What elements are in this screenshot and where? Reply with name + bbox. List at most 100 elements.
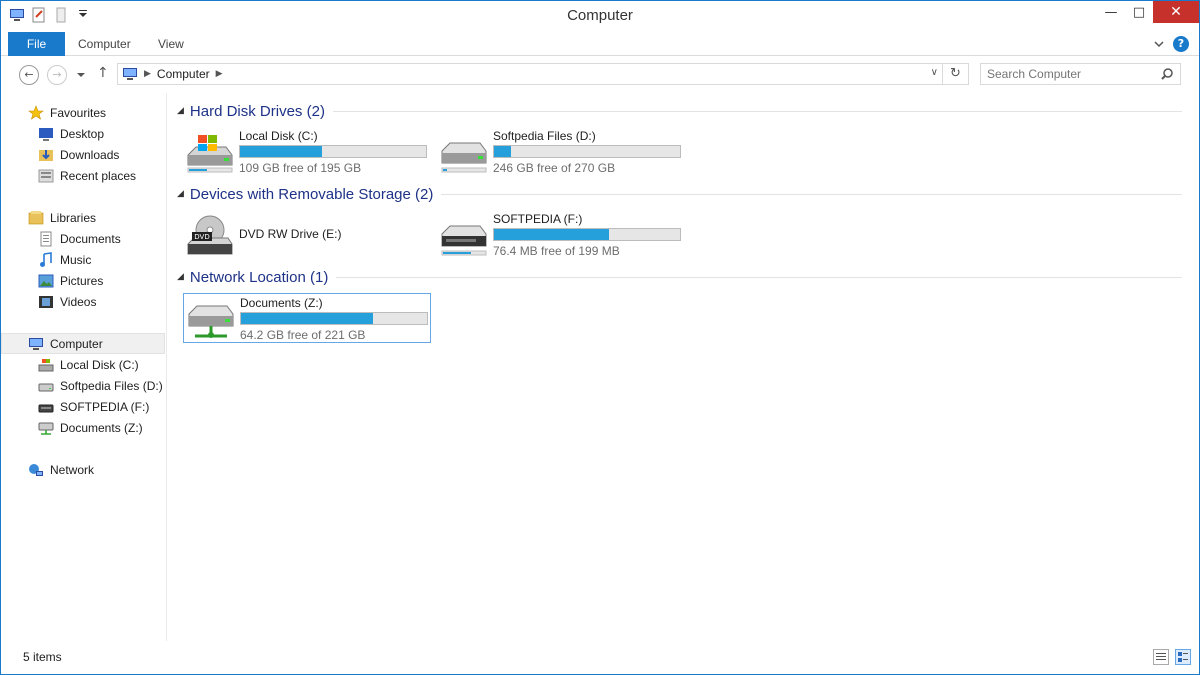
window-controls: — □ ✕ [1097,1,1199,23]
breadcrumb-separator[interactable]: ▶ [144,69,151,79]
usb-drive-icon [441,225,487,256]
up-button[interactable]: ↑ [97,65,109,81]
pictures-icon [38,274,54,287]
sidebar-item-label: Pictures [60,273,104,288]
details-view-button[interactable] [1153,649,1169,665]
file-list: ◢ Hard Disk Drives (2) Local Disk (C:) 1… [169,93,1189,641]
address-bar[interactable]: ▶ Computer ▶ ∨ ↻ [117,63,969,85]
drive-usage-fill [494,229,610,240]
recent-places-icon [38,169,54,182]
breadcrumb-computer[interactable]: Computer [157,67,210,81]
close-button[interactable]: ✕ [1153,1,1199,23]
navigation-bar: ← → ↑ ▶ Computer ▶ ∨ ↻ [1,57,1199,91]
drive-dvd-rw-e[interactable]: DVD DVD RW Drive (E:) [183,210,431,260]
back-button[interactable]: ← [19,65,39,85]
drive-documents-z[interactable]: Documents (Z:) 64.2 GB free of 221 GB [183,293,431,343]
tab-computer[interactable]: Computer [78,32,131,56]
videos-icon [39,295,53,308]
sidebar-item-downloads[interactable]: Downloads [1,144,165,165]
collapse-group-icon[interactable]: ◢ [177,272,184,282]
tab-view[interactable]: View [158,32,184,56]
sidebar-item-favourites[interactable]: Favourites [1,102,165,123]
downloads-icon [39,149,53,161]
recent-locations-icon[interactable] [76,71,86,79]
star-icon [28,104,44,120]
computer-icon [123,68,137,80]
refresh-button[interactable]: ↻ [942,64,968,84]
maximize-button[interactable]: □ [1125,1,1153,23]
expand-ribbon-icon[interactable] [1153,38,1165,50]
navigation-pane: Favourites Desktop Downloads Recent plac… [1,93,167,641]
forward-button[interactable]: → [47,65,67,85]
minimize-icon: — [1104,4,1118,20]
group-heading: Hard Disk Drives (2) [189,102,325,120]
refresh-icon: ↻ [950,66,961,81]
search-input[interactable] [981,64,1151,84]
tab-file[interactable]: File [8,32,65,56]
breadcrumb-separator[interactable]: ▶ [216,69,223,79]
sidebar-item-local-disk-c[interactable]: Local Disk (C:) [1,354,165,375]
arrow-right-icon: → [52,68,62,81]
sidebar-item-label: Downloads [60,147,120,162]
drive-free-space: 64.2 GB free of 221 GB [240,328,366,342]
sidebar-item-recent-places[interactable]: Recent places [1,165,165,186]
status-bar: 5 items [1,646,1199,674]
sidebar-item-label: Documents (Z:) [60,420,143,435]
libraries-icon [28,210,44,224]
address-dropdown-icon[interactable]: ∨ [931,67,938,78]
drive-usage-bar [239,145,427,158]
dvd-drive-icon: DVD [187,215,233,255]
drive-free-space: 76.4 MB free of 199 MB [493,244,620,258]
group-network-location[interactable]: ◢ Network Location (1) [177,267,1182,287]
sidebar-item-label: Computer [50,336,103,351]
desktop-icon [39,127,53,141]
group-removable-storage[interactable]: ◢ Devices with Removable Storage (2) [177,184,1182,204]
tiles-view-icon [1178,652,1188,662]
drive-softpedia-f[interactable]: SOFTPEDIA (F:) 76.4 MB free of 199 MB [437,210,685,260]
search-icon[interactable] [1160,67,1174,81]
drive-usage-fill [494,146,511,157]
drive-usage-fill [241,313,374,324]
drive-usage-fill [240,146,322,157]
sidebar-item-softpedia-files-d[interactable]: Softpedia Files (D:) [1,375,165,396]
sidebar-item-softpedia-f[interactable]: SOFTPEDIA (F:) [1,396,165,417]
sidebar-item-documents-z[interactable]: Documents (Z:) [1,417,165,438]
group-heading: Network Location (1) [189,268,329,286]
sidebar-item-libraries[interactable]: Libraries [1,207,165,228]
title-bar: Computer — □ ✕ [1,1,1199,32]
sidebar-item-pictures[interactable]: Pictures [1,270,165,291]
search-box[interactable] [980,63,1181,85]
sidebar-item-network[interactable]: Network [1,459,165,480]
minimize-button[interactable]: — [1097,1,1125,23]
window-title: Computer [567,7,633,24]
drive-usage-bar [240,312,428,325]
dvd-label: DVD [194,233,209,241]
item-count: 5 items [23,650,62,664]
collapse-group-icon[interactable]: ◢ [177,106,184,116]
group-divider [332,110,1182,112]
ribbon-right-controls: ? [1153,36,1189,52]
system-drive-icon [38,358,54,371]
tiles-view-button[interactable] [1175,649,1191,665]
sidebar-item-label: SOFTPEDIA (F:) [60,399,150,414]
drive-local-disk-c[interactable]: Local Disk (C:) 109 GB free of 195 GB [183,127,431,177]
drive-free-space: 246 GB free of 270 GB [493,161,616,175]
sidebar-item-label: Desktop [60,126,105,141]
arrow-left-icon: ← [24,68,34,81]
drive-free-space: 109 GB free of 195 GB [239,161,362,175]
drive-usage-bar [493,228,681,241]
sidebar-item-computer[interactable]: Computer [1,333,165,354]
sidebar-item-music[interactable]: Music [1,249,165,270]
sidebar-item-label: Music [60,252,92,267]
sidebar-item-desktop[interactable]: Desktop [1,123,165,144]
help-icon[interactable]: ? [1173,36,1189,52]
sidebar-item-documents[interactable]: Documents [1,228,165,249]
collapse-group-icon[interactable]: ◢ [177,189,184,199]
drive-softpedia-files-d[interactable]: Softpedia Files (D:) 246 GB free of 270 … [437,127,685,177]
sidebar-item-label: Local Disk (C:) [60,357,139,372]
group-hard-disk-drives[interactable]: ◢ Hard Disk Drives (2) [177,101,1182,121]
drive-name: Softpedia Files (D:) [493,129,596,143]
sidebar-item-videos[interactable]: Videos [1,291,165,312]
group-divider [336,276,1182,278]
sidebar-item-label: Softpedia Files (D:) [60,378,163,393]
